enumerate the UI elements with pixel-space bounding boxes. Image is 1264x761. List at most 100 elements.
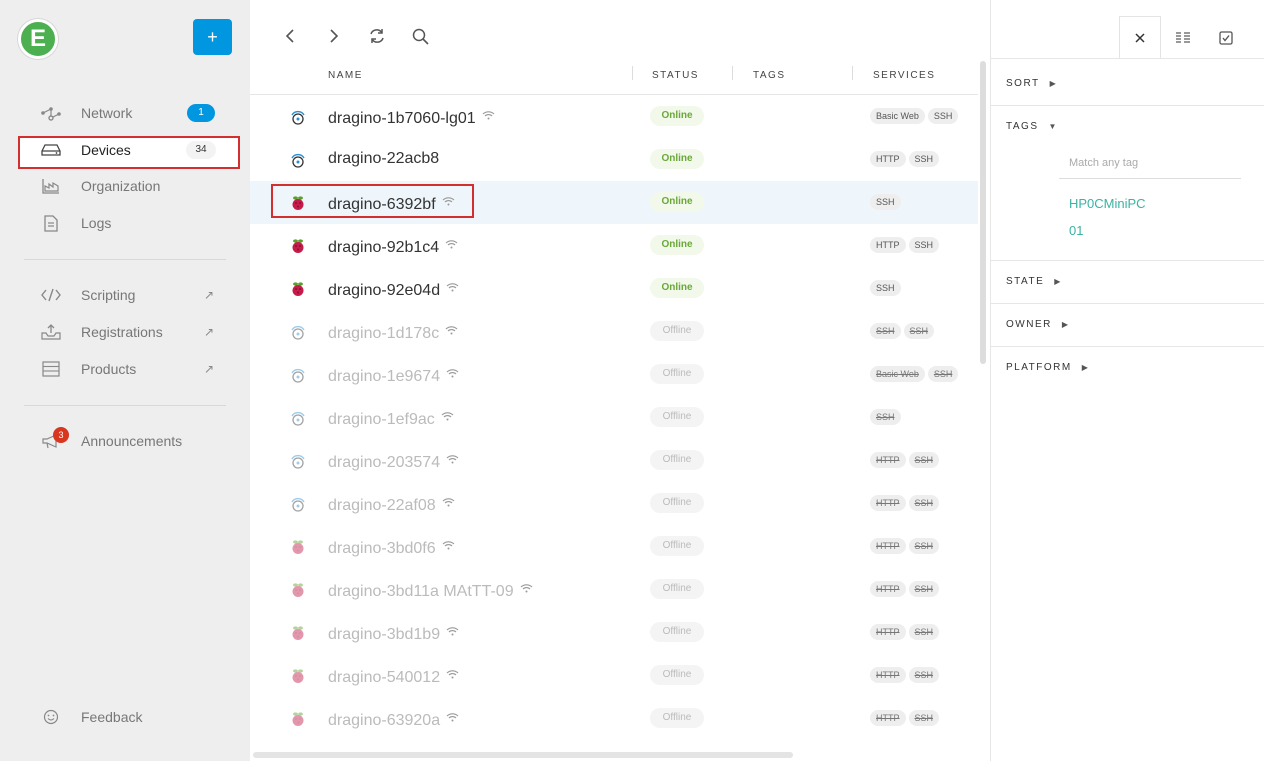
service-chip[interactable]: HTTP [870,581,906,597]
device-row[interactable]: dragino-92b1c4 Online HTTP SSH [250,224,978,267]
chevron-left-icon [285,29,294,43]
device-row[interactable]: dragino-1e9674 Offline Basic Web SSH [250,353,978,396]
service-chip[interactable]: SSH [908,667,940,683]
wifi-icon [442,494,455,512]
device-row[interactable]: dragino-1b7060-lg01 Online Basic Web SSH [250,95,978,138]
sidebar-item-network[interactable]: Network 1 [40,100,230,126]
sidebar-item-scripting[interactable]: Scripting ↗ [40,282,230,308]
device-row[interactable]: dragino-22af08 Offline HTTP SSH [250,482,978,525]
service-chip[interactable]: SSH [908,710,940,726]
forward-button[interactable] [322,24,346,48]
service-list: HTTP SSH [870,624,940,640]
refresh-button[interactable] [365,24,389,48]
service-chip[interactable]: SSH [908,237,940,253]
horizontal-scrollbar[interactable] [253,752,793,758]
service-chip[interactable]: HTTP [870,710,906,726]
tag-search-input[interactable] [1059,148,1241,179]
state-section-toggle[interactable]: STATE ▶ [1006,276,1062,287]
service-chip[interactable]: SSH [908,538,940,554]
tag-option-line: HP0CMiniPC [1069,196,1146,211]
tag-option[interactable]: HP0CMiniPC 01 [1069,196,1146,238]
gateway-icon [290,410,306,426]
device-name-text: dragino-92e04d [328,282,441,299]
code-icon [40,286,62,304]
tags-section-toggle[interactable]: TAGS ▼ [1006,121,1058,132]
service-chip[interactable]: SSH [927,366,959,382]
wifi-icon [482,107,495,125]
column-header-status[interactable]: STATUS [652,70,699,81]
device-row[interactable]: dragino-6392bf Online SSH [250,181,978,224]
service-chip[interactable]: HTTP [870,495,906,511]
wifi-icon [520,580,533,598]
column-resizer[interactable] [852,66,853,80]
device-row[interactable]: dragino-63920a Offline HTTP SSH [250,697,978,740]
service-list: HTTP SSH [870,538,940,554]
status-badge: Online [650,192,704,212]
wifi-icon [446,666,459,684]
vertical-scrollbar[interactable] [980,61,986,364]
app-logo[interactable]: E [18,19,58,59]
network-icon [40,104,62,122]
service-chip[interactable]: SSH [908,581,940,597]
service-chip[interactable]: SSH [908,624,940,640]
column-header-tags[interactable]: TAGS [753,70,785,81]
sidebar-divider [24,405,226,406]
device-row[interactable]: dragino-92e04d Online SSH [250,267,978,310]
service-chip[interactable]: HTTP [870,151,906,167]
device-row[interactable]: dragino-3bd11a MAtTT-09 Offline HTTP SSH [250,568,978,611]
back-button[interactable] [278,24,302,48]
wifi-icon [446,451,459,469]
column-header-services[interactable]: SERVICES [873,70,935,81]
raspberry-icon [290,539,306,555]
column-header-name[interactable]: NAME [328,70,363,81]
platform-section-toggle[interactable]: PLATFORM ▶ [1006,362,1089,373]
service-chip[interactable]: SSH [908,495,940,511]
device-name-text: dragino-22af08 [328,497,436,514]
columns-tab[interactable] [1162,16,1204,59]
device-row[interactable]: dragino-203574 Offline HTTP SSH [250,439,978,482]
select-tab[interactable] [1205,16,1247,59]
service-chip[interactable]: HTTP [870,452,906,468]
service-chip[interactable]: SSH [903,323,935,339]
column-resizer[interactable] [632,66,633,80]
close-panel-tab[interactable] [1119,16,1161,59]
owner-section-toggle[interactable]: OWNER ▶ [1006,319,1070,330]
service-chip[interactable]: SSH [908,452,940,468]
service-chip[interactable]: SSH [927,108,959,124]
device-row[interactable]: dragino-1d178c Offline SSH SSH [250,310,978,353]
smile-icon [40,708,62,726]
service-chip[interactable]: SSH [870,194,901,210]
add-button[interactable]: + [193,19,232,55]
service-chip[interactable]: Basic Web [870,366,925,382]
sidebar-item-registrations[interactable]: Registrations ↗ [40,319,230,345]
sidebar-item-devices[interactable]: Devices 34 [40,137,230,163]
device-name: dragino-1e9674 [328,365,459,386]
device-row[interactable]: dragino-1ef9ac Offline SSH [250,396,978,439]
service-chip[interactable]: SSH [870,323,901,339]
device-row[interactable]: dragino-540012 Offline HTTP SSH [250,654,978,697]
raspberry-icon [290,195,306,211]
service-chip[interactable]: Basic Web [870,108,925,124]
network-count-badge: 1 [187,104,215,122]
sidebar-item-feedback[interactable]: Feedback [40,704,230,730]
service-chip[interactable]: SSH [870,409,901,425]
service-chip[interactable]: SSH [870,280,901,296]
device-name: dragino-92b1c4 [328,236,458,257]
service-chip[interactable]: SSH [908,151,940,167]
device-row[interactable]: dragino-3bd0f6 Offline HTTP SSH [250,525,978,568]
search-button[interactable] [408,24,432,48]
device-row[interactable]: dragino-3bd1b9 Offline HTTP SSH [250,611,978,654]
service-chip[interactable]: HTTP [870,237,906,253]
wifi-icon [442,537,455,555]
sort-section-toggle[interactable]: SORT ▶ [1006,78,1057,89]
sidebar-item-products[interactable]: Products ↗ [40,356,230,382]
sidebar-item-logs[interactable]: Logs [40,210,230,236]
service-chip[interactable]: HTTP [870,624,906,640]
service-chip[interactable]: HTTP [870,538,906,554]
wifi-icon [446,279,459,297]
sidebar-item-organization[interactable]: Organization [40,173,230,199]
device-row[interactable]: dragino-22acb8 Online HTTP SSH [250,138,978,181]
service-chip[interactable]: HTTP [870,667,906,683]
column-resizer[interactable] [732,66,733,80]
wifi-icon [441,408,454,426]
